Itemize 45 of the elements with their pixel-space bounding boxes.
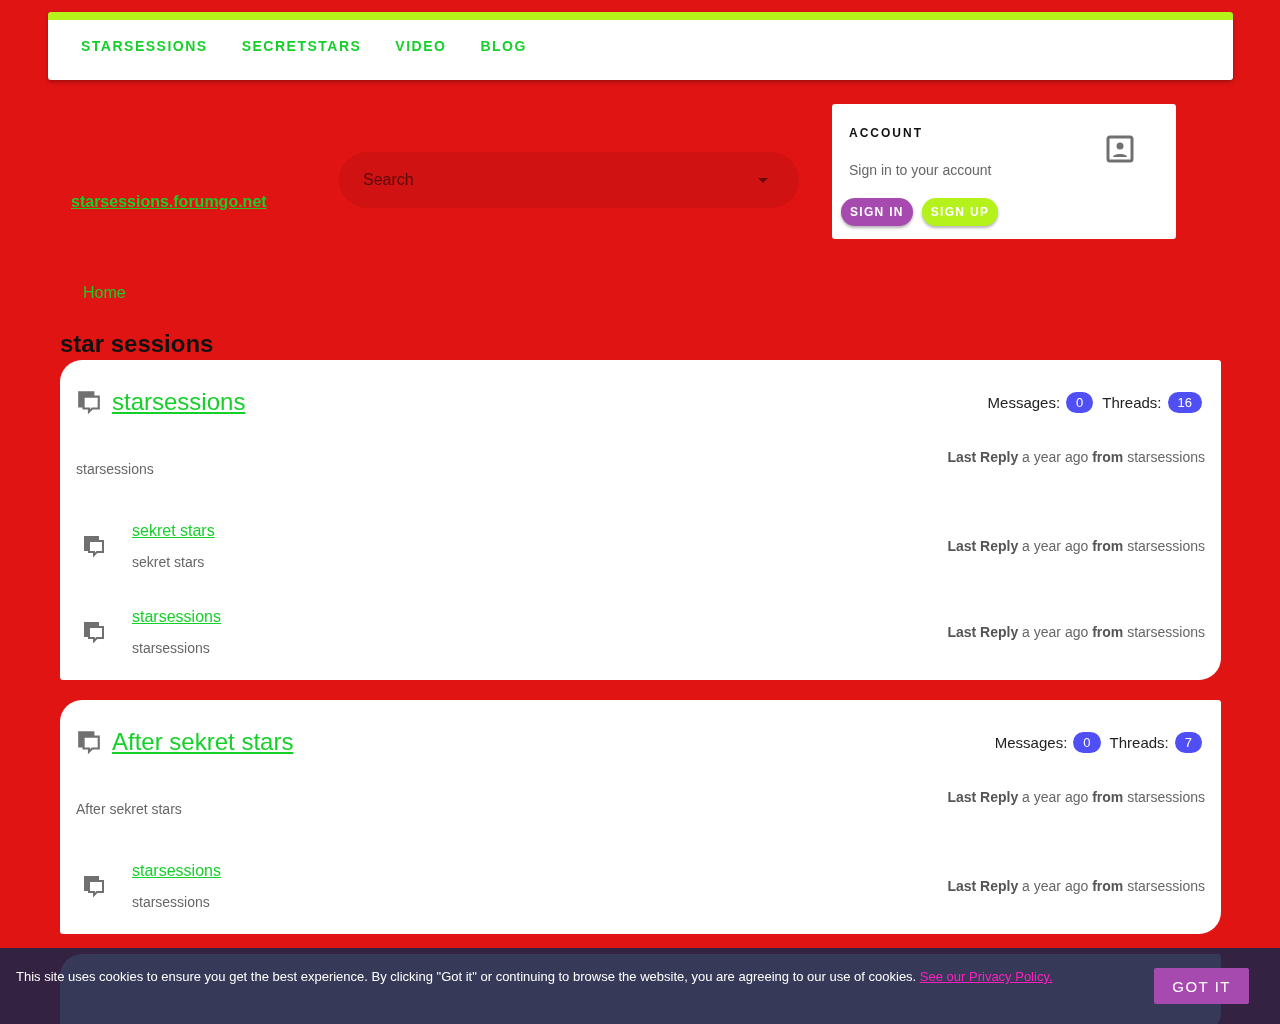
- chat-bubbles-icon: [82, 620, 106, 644]
- subforum-title-link[interactable]: sekret stars: [132, 522, 215, 539]
- last-reply-text: Last Reply a year ago from starsessions: [947, 538, 1205, 554]
- last-reply-text: Last Reply a year ago from starsessions: [947, 449, 1205, 467]
- messages-count: 0: [1066, 391, 1094, 413]
- got-it-button[interactable]: GOT IT: [1154, 968, 1249, 1004]
- site-link[interactable]: starsessions.forumgo.net: [71, 192, 339, 211]
- account-title: ACCOUNT: [849, 126, 924, 140]
- subforum-description: starsessions: [132, 640, 211, 656]
- subforum-description: sekret stars: [132, 554, 206, 570]
- last-reply-text: Last Reply a year ago from starsessions: [947, 624, 1205, 640]
- messages-label: Messages:: [987, 393, 1061, 411]
- threads-count: 16: [1167, 391, 1202, 413]
- caret-icon: [758, 177, 768, 183]
- forum-description: After sekret stars: [76, 801, 182, 817]
- threads-count: 7: [1174, 731, 1202, 753]
- chat-bubbles-icon: [76, 729, 102, 755]
- chat-bubbles-icon: [82, 534, 106, 558]
- forum-title-link[interactable]: starsessions: [112, 388, 246, 416]
- sign-up-button[interactable]: SIGN UP: [921, 198, 999, 226]
- nav-link[interactable]: STARSESSIONS: [81, 38, 208, 54]
- forum-description: starsessions: [76, 461, 154, 477]
- section-title: star sessions: [60, 330, 215, 358]
- breadcrumb-link[interactable]: Home: [83, 284, 126, 302]
- messages-label: Messages:: [994, 733, 1068, 751]
- nav-link[interactable]: BLOG: [480, 38, 527, 54]
- subforum-title-link[interactable]: starsessions: [132, 862, 221, 879]
- chat-bubbles-icon: [76, 389, 102, 415]
- search-field[interactable]: Search: [339, 151, 799, 208]
- nav-link[interactable]: SECRETSTARS: [241, 38, 362, 54]
- privacy-policy-link[interactable]: See our Privacy Policy.: [919, 969, 1053, 984]
- messages-count: 0: [1073, 731, 1101, 753]
- nav-link[interactable]: VIDEO: [395, 38, 447, 54]
- chat-bubbles-icon: [82, 874, 106, 898]
- subforum-title-link[interactable]: starsessions: [132, 608, 221, 625]
- last-reply-text: Last Reply a year ago from starsessions: [947, 789, 1205, 807]
- last-reply-text: Last Reply a year ago from starsessions: [947, 878, 1205, 894]
- account-subtitle: Sign in to your account: [849, 162, 993, 178]
- cookie-notice-text: This site uses cookies to ensure you get the best experience. By clicking "Got it" or continuing to browse the website, you are agreeing to our use of cookies.: [16, 969, 917, 984]
- forum-title-link[interactable]: After sekret stars: [112, 728, 294, 756]
- user-portrait-icon: [1106, 135, 1134, 163]
- threads-label: Threads:: [1102, 393, 1162, 411]
- threads-label: Threads:: [1109, 733, 1169, 751]
- subforum-description: starsessions: [132, 894, 211, 910]
- sign-in-button[interactable]: SIGN IN: [841, 198, 913, 226]
